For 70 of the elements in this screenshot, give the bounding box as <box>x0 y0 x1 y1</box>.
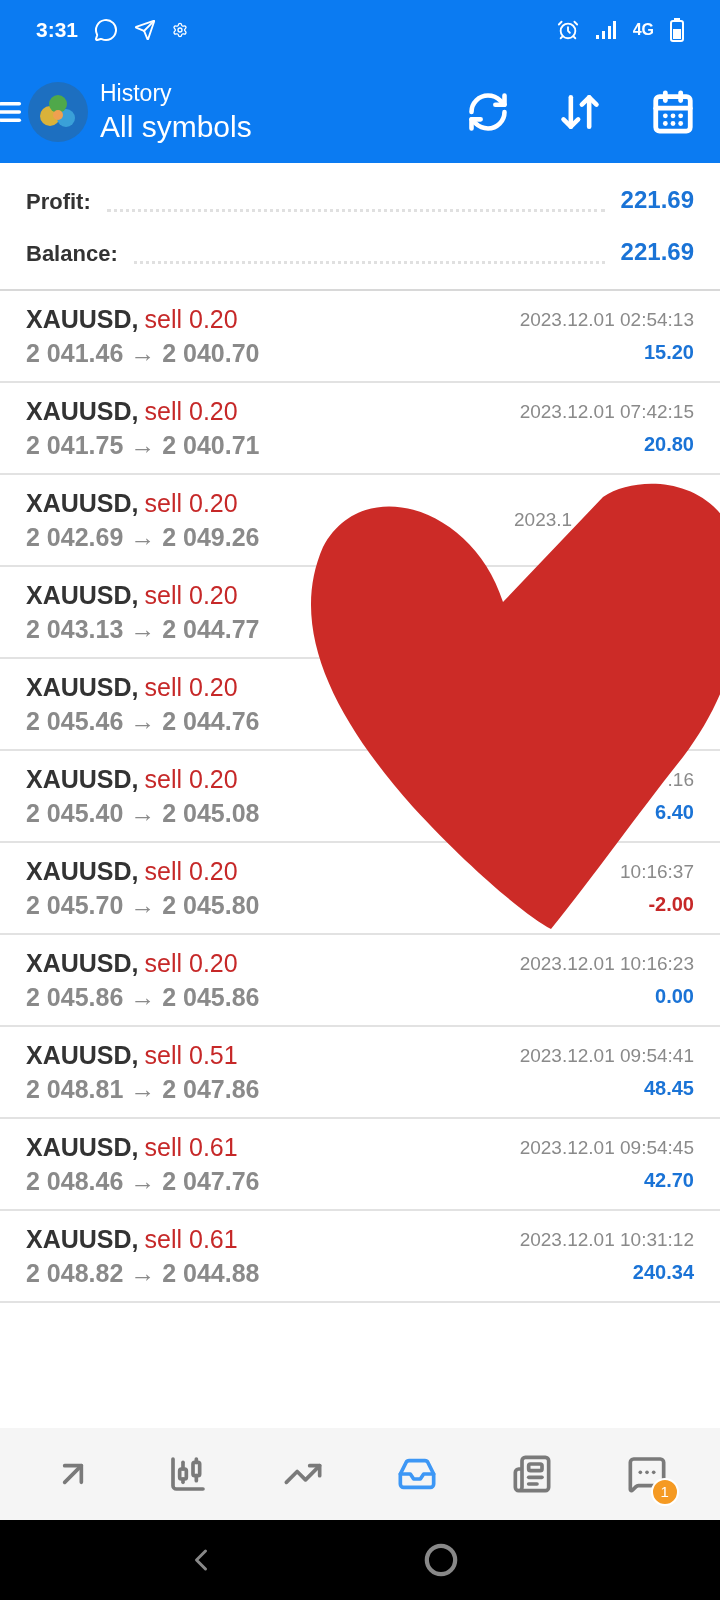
screen-subtitle[interactable]: All symbols <box>100 107 252 146</box>
deal-side: sell 0.20 <box>144 948 238 979</box>
summary-value: 221.69 <box>620 237 694 267</box>
deal-side: sell 0.20 <box>144 580 238 611</box>
deal-time: 2023.12.01 10:16:23 <box>519 952 694 976</box>
deal-prices: 2 048.82 → 2 044.88 <box>26 1258 260 1289</box>
gear-icon <box>172 22 189 38</box>
deal-time: 2023.12.01 02:54:13 <box>519 308 694 332</box>
deal-side: sell 0.20 <box>144 764 238 795</box>
paper-plane-icon <box>134 19 157 41</box>
deal-symbol: XAUUSD, <box>26 948 139 979</box>
newspaper-icon[interactable] <box>511 1454 552 1494</box>
notification-badge: 1 <box>650 1478 679 1506</box>
deal-prices: 2 042.69 → 2 049.26 <box>26 522 260 553</box>
deal-prices: 2 045.86 → 2 045.86 <box>26 982 260 1013</box>
deal-prices: 2 043.13 → 2 044.77 <box>26 614 260 645</box>
deal-symbol: XAUUSD, <box>26 764 139 795</box>
deal-prices: 2 041.46 → 2 040.70 <box>26 338 260 369</box>
deal-time: 10:16:37 <box>620 860 694 884</box>
deal-time: 2023.12.01 09:54:45 <box>519 1136 694 1160</box>
deal-symbol: XAUUSD, <box>26 1132 139 1163</box>
deal-side: sell 0.61 <box>144 1224 238 1255</box>
deal-symbol: XAUUSD, <box>26 1040 139 1071</box>
alarm-icon <box>556 19 579 41</box>
deal-time: 2023.1 <box>514 508 573 532</box>
deal-time: 2023.12.01 09:54:41 <box>519 1044 694 1068</box>
candlestick-icon[interactable] <box>168 1454 208 1494</box>
deal-profit: 6.40 <box>655 800 694 825</box>
calendar-icon[interactable] <box>650 88 696 135</box>
deal-side: sell 0.20 <box>144 488 238 519</box>
deal-side: sell 0.61 <box>144 1132 238 1163</box>
deal-profit: 240.34 <box>632 1260 694 1285</box>
deal-profit: 42.70 <box>643 1168 694 1193</box>
deal-side: sell 0.20 <box>144 304 238 335</box>
home-icon[interactable] <box>423 1543 458 1577</box>
deal-side: sell 0.20 <box>144 672 238 703</box>
deal-prices: 2 045.70 → 2 045.80 <box>26 890 260 921</box>
status-time: 3:31 <box>36 17 79 44</box>
deal-profit: 0.00 <box>655 984 694 1009</box>
deal-prices: 2 045.46 → 2 044.76 <box>26 706 260 737</box>
deal-side: sell 0.20 <box>144 856 238 887</box>
deal-prices: 2 045.40 → 2 045.08 <box>26 798 260 829</box>
deal-profit: -2.00 <box>648 892 694 917</box>
deal-symbol: XAUUSD, <box>26 304 139 335</box>
deal-profit: 15.20 <box>643 340 694 365</box>
deal-time: 2023.12.01 07:42:15 <box>519 400 694 424</box>
deal-symbol: XAUUSD, <box>26 856 139 887</box>
summary-label: Profit: <box>26 188 91 216</box>
screen-title: History <box>100 78 173 108</box>
battery-icon <box>670 18 684 42</box>
deal-side: sell 0.20 <box>144 396 238 427</box>
deal-symbol: XAUUSD, <box>26 396 139 427</box>
app-logo-icon <box>28 81 88 142</box>
deal-symbol: XAUUSD, <box>26 1224 139 1255</box>
deal-profit: 20.80 <box>643 432 694 457</box>
deal-symbol: XAUUSD, <box>26 672 139 703</box>
deal-time: .16 <box>667 768 694 792</box>
summary-value: 221.69 <box>620 185 694 215</box>
summary-label: Balance: <box>26 240 118 268</box>
signal-icon <box>594 20 617 40</box>
chat-bubble-icon <box>94 18 119 42</box>
deal-symbol: XAUUSD, <box>26 580 139 611</box>
deal-prices: 2 048.46 → 2 047.76 <box>26 1166 260 1197</box>
deal-prices: 2 048.81 → 2 047.86 <box>26 1074 260 1105</box>
deal-profit: 48.45 <box>643 1076 694 1101</box>
deal-symbol: XAUUSD, <box>26 488 139 519</box>
deal-time: 2023.12.01 10:31:12 <box>519 1228 694 1252</box>
network-type: 4G <box>632 20 654 40</box>
deal-side: sell 0.51 <box>144 1040 238 1071</box>
deal-prices: 2 041.75 → 2 040.71 <box>26 430 260 461</box>
